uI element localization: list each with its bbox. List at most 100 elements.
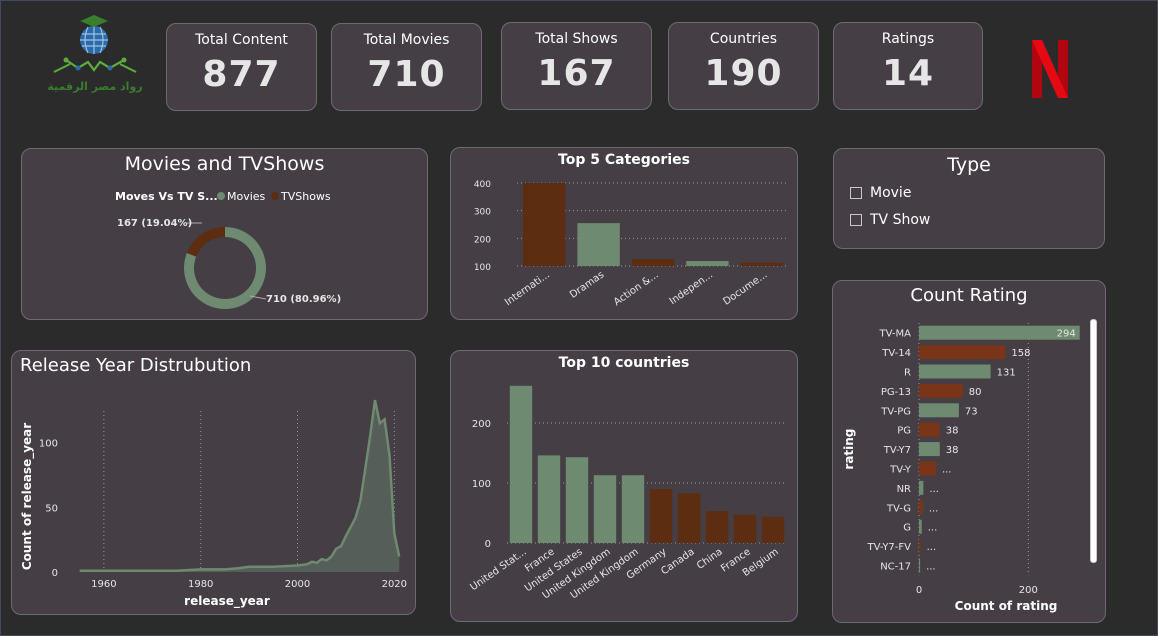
kpi-countries: Countries 190 <box>668 22 819 110</box>
legend-movies: Movies <box>227 190 266 203</box>
bar[interactable] <box>919 539 921 554</box>
kpi-value: 877 <box>202 54 281 95</box>
rating-scrollbar[interactable] <box>1090 319 1097 563</box>
bar[interactable] <box>537 455 561 543</box>
kpi-total-movies: Total Movies 710 <box>331 23 482 111</box>
area-fill <box>79 400 400 572</box>
kpi-label: Total Movies <box>363 32 450 48</box>
kpi-label: Total Shows <box>535 31 618 47</box>
logo-text: رواد مصر الرقمية <box>48 80 143 93</box>
netflix-logo-icon <box>1032 40 1068 98</box>
kpi-total-content: Total Content 877 <box>166 23 317 111</box>
data-label: ... <box>929 503 939 514</box>
y-tick-label: PG-13 <box>881 387 911 398</box>
checkbox-tv-show[interactable] <box>850 214 862 226</box>
kpi-value: 167 <box>537 53 616 94</box>
graduation-cap-icon <box>80 15 108 27</box>
top-categories-card: Top 5 Categories 100 200 300 400 Internati..… <box>450 147 798 320</box>
bar[interactable] <box>740 262 784 266</box>
data-label: 73 <box>965 406 978 417</box>
y-tick-label: 200 <box>474 235 491 245</box>
data-label: 38 <box>946 426 959 437</box>
data-label: ... <box>927 542 937 553</box>
x-tick-label: United Stat... <box>468 546 528 593</box>
bar[interactable] <box>733 514 757 543</box>
bar[interactable] <box>919 345 1006 360</box>
y-tick-label: 0 <box>52 568 58 579</box>
x-axis-label: Count of rating <box>955 599 1058 613</box>
x-tick-label: Internati... <box>503 269 552 308</box>
bar[interactable] <box>919 442 940 457</box>
y-tick-label: TV-Y <box>889 465 912 476</box>
top-countries-card: Top 10 countries 0 100 200 United Stat... Fr… <box>450 350 798 622</box>
y-tick-label: NR <box>897 484 911 495</box>
data-label: 158 <box>1011 348 1030 359</box>
bar[interactable] <box>919 461 936 476</box>
kpi-label: Countries <box>709 31 778 47</box>
y-tick-label: TV-Y7 <box>883 445 911 456</box>
y-axis-label: Count of release_year <box>20 423 35 570</box>
x-tick-label: 2020 <box>382 579 407 590</box>
y-tick-label: 300 <box>474 208 491 218</box>
x-axis-label: release_year <box>184 594 270 609</box>
type-option-tv-show[interactable]: TV Show <box>850 212 930 228</box>
kpi-label: Ratings <box>881 31 935 47</box>
bar[interactable] <box>509 385 533 543</box>
data-label: 38 <box>946 445 959 456</box>
legend-tvshows: TVShows <box>280 190 331 203</box>
bar[interactable] <box>705 511 729 543</box>
release-year-chart: 1960 1980 2000 2020 0 50 100 release_year Count … <box>20 399 407 609</box>
kpi-value: 710 <box>367 54 446 95</box>
type-option-movie[interactable]: Movie <box>850 185 911 201</box>
bar[interactable] <box>577 223 620 266</box>
kpi-total-shows: Total Shows 167 <box>501 22 652 110</box>
legend-dot-tvshows <box>271 192 279 200</box>
bar[interactable] <box>677 493 701 543</box>
categories-chart: 100 200 300 400 Internati... Dramas Action &..… <box>474 180 789 308</box>
bar[interactable] <box>919 500 923 515</box>
donut-slice-tvshows[interactable] <box>186 227 225 257</box>
bar[interactable] <box>919 422 940 437</box>
data-label: ... <box>942 465 952 476</box>
bar[interactable] <box>593 475 617 543</box>
x-tick-label: 1980 <box>188 579 213 590</box>
data-label: 294 <box>1057 329 1076 340</box>
y-tick-label: NC-17 <box>880 562 911 573</box>
bar[interactable] <box>919 519 922 534</box>
x-tick-label: Action &... <box>612 269 661 308</box>
bar[interactable] <box>919 480 924 495</box>
movies-tvshows-card: Movies and TVShows Moves Vs TV S... Movi… <box>21 148 428 320</box>
bar[interactable] <box>919 364 991 379</box>
y-tick-label: 100 <box>472 479 491 490</box>
bar[interactable] <box>522 183 566 266</box>
bar[interactable] <box>565 457 589 543</box>
bar[interactable] <box>919 558 921 573</box>
type-option-label: TV Show <box>870 212 931 228</box>
y-tick-label: R <box>904 368 911 379</box>
y-tick-label: G <box>903 523 911 534</box>
donut-label-shows: 167 (19.04%) <box>117 218 192 229</box>
checkbox-movie[interactable] <box>850 187 862 199</box>
y-tick-label: 100 <box>39 439 58 450</box>
bar[interactable] <box>649 489 673 543</box>
bar[interactable] <box>919 403 959 418</box>
data-label: ... <box>929 484 939 495</box>
kpi-ratings: Ratings 14 <box>833 22 983 110</box>
y-tick-label: 200 <box>472 419 491 430</box>
bar[interactable] <box>919 325 1080 340</box>
bar[interactable] <box>631 259 675 266</box>
bar[interactable] <box>761 516 785 543</box>
y-tick-label: 50 <box>45 503 58 514</box>
legend-title: Moves Vs TV S... <box>115 190 218 203</box>
y-tick-label: TV-MA <box>879 329 912 340</box>
y-tick-label: TV-14 <box>881 348 911 359</box>
data-label: 80 <box>969 387 982 398</box>
bar[interactable] <box>919 383 963 398</box>
type-title: Type <box>947 154 991 176</box>
donut-label-movies: 710 (80.96%) <box>266 294 341 305</box>
y-tick-label: PG <box>897 426 911 437</box>
bar[interactable] <box>621 475 645 543</box>
logo: رواد مصر الرقمية <box>48 15 143 93</box>
bar[interactable] <box>686 261 729 266</box>
release-year-card: Release Year Distrubution 1960 1980 2000 20… <box>11 350 416 615</box>
